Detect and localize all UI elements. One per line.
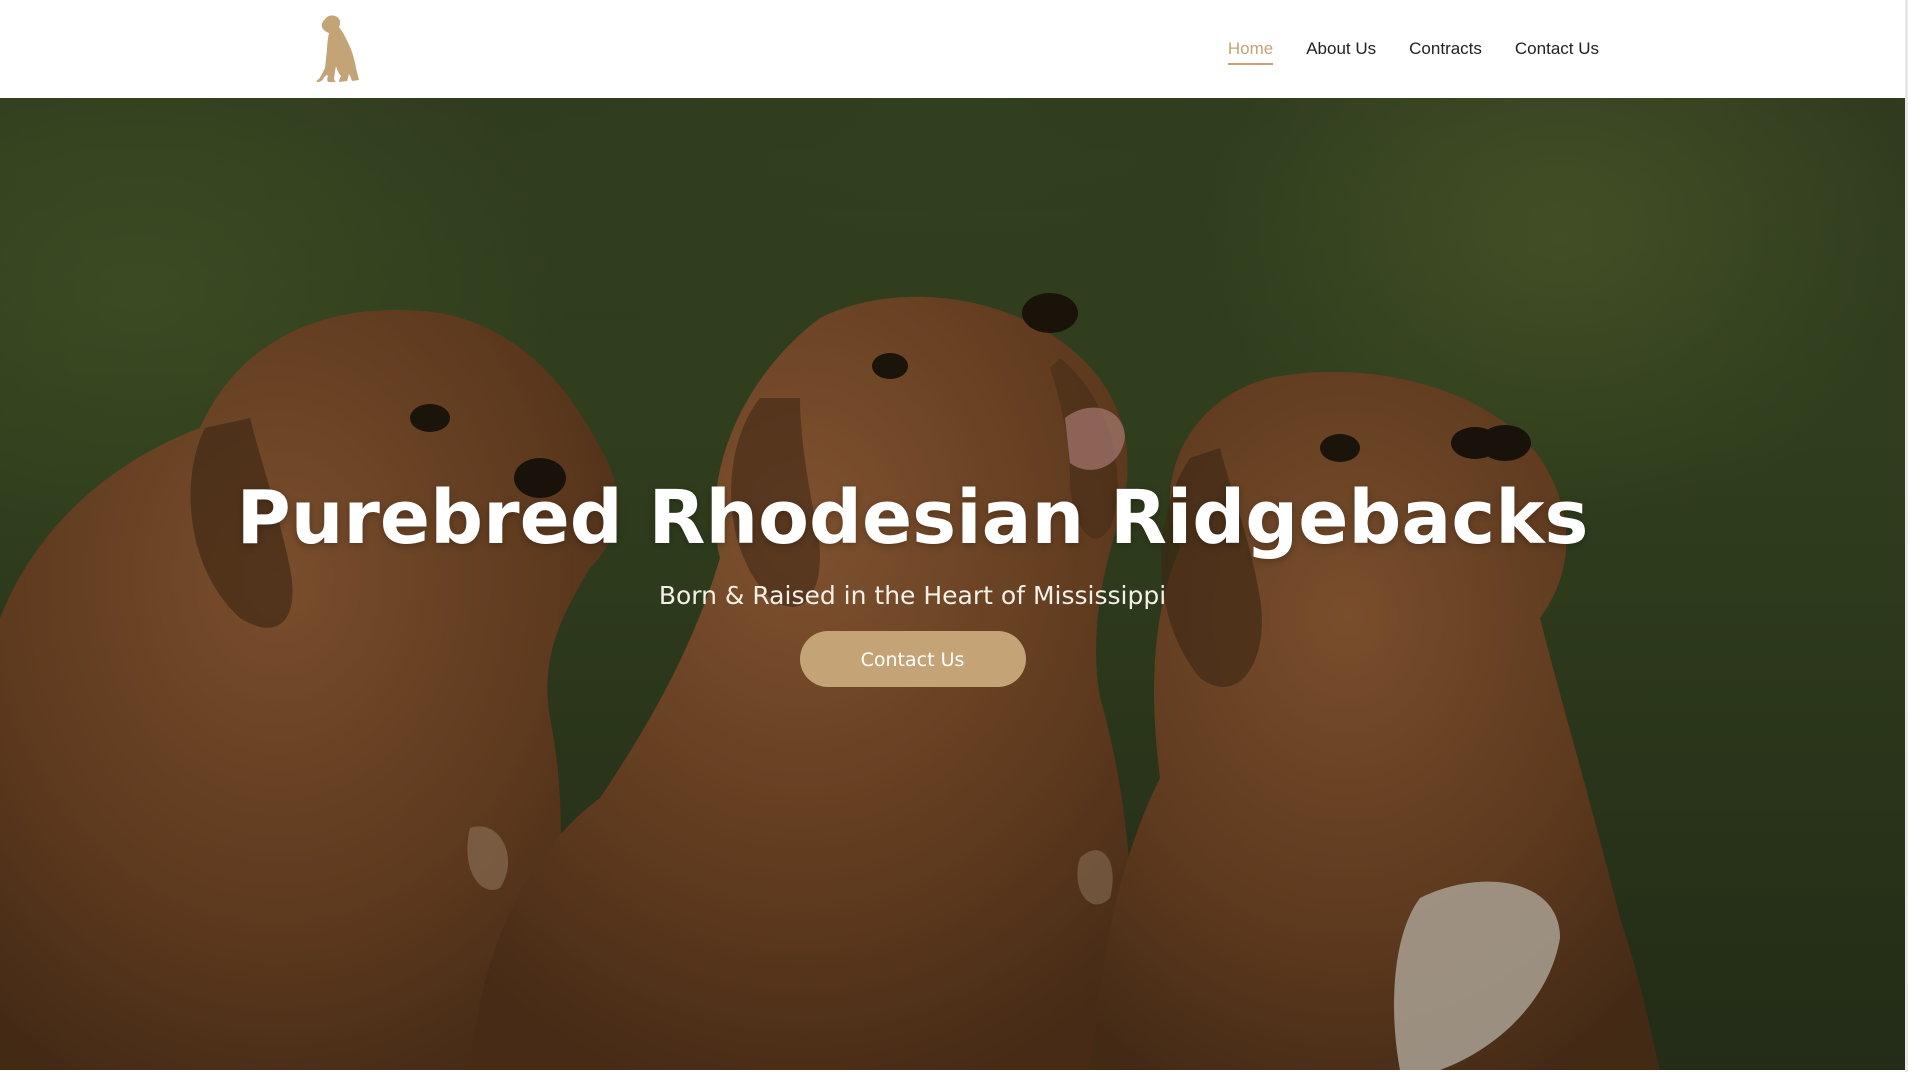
contact-us-button[interactable]: Contact Us [799, 631, 1026, 687]
hero-title: Purebred Rhodesian Ridgebacks [236, 475, 1589, 561]
hero-section: Purebred Rhodesian Ridgebacks Born & Rai… [0, 98, 1905, 1070]
nav-contact-us-link[interactable]: Contact Us [1515, 36, 1599, 62]
hero-subtitle: Born & Raised in the Heart of Mississipp… [658, 581, 1167, 610]
nav-home-link[interactable]: Home [1227, 36, 1274, 65]
sitting-dog-logo-icon[interactable] [312, 14, 360, 84]
hero-content: Purebred Rhodesian Ridgebacks Born & Rai… [0, 473, 1825, 687]
site-header: Home About Us Contracts Contact Us [0, 0, 1905, 98]
nav-about-us-link[interactable]: About Us [1306, 36, 1376, 62]
page: Home About Us Contracts Contact Us Pureb… [0, 0, 1908, 1072]
nav-contracts-link[interactable]: Contracts [1409, 36, 1482, 62]
main-nav: Home About Us Contracts Contact Us [1227, 36, 1599, 65]
